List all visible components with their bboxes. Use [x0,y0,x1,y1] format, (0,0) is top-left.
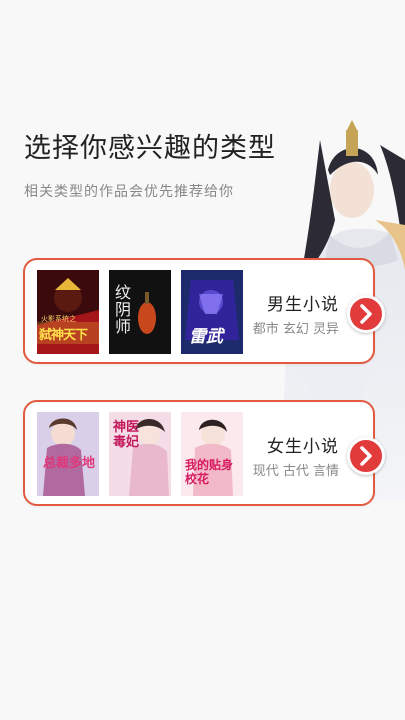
category-card-female[interactable]: 总裁多地 神医毒妃 我的贴身校花 女生小说 现代 古代 言情 [23,400,385,506]
book-cover-title: 弑神天下 [39,328,88,343]
page-subtitle: 相关类型的作品会优先推荐给你 [24,184,234,200]
book-cover: 火影系统之 弑神天下 [37,270,99,354]
book-cover-title: 总裁多地 [43,456,96,471]
book-cover: 神医毒妃 [109,412,171,496]
book-cover-title: 神医毒妃 [113,420,140,450]
book-cover: 总裁多地 [37,412,99,496]
book-cover: 纹阴师 [109,270,171,354]
page-title: 选择你感兴趣的类型 [24,133,276,164]
book-cover: 雷武 [181,270,243,354]
category-arrow-button[interactable] [347,295,385,333]
chevron-right-icon [360,446,372,466]
category-label: 女生小说 [267,437,339,457]
book-cover-title: 雷武 [189,327,223,347]
category-card-male[interactable]: 火影系统之 弑神天下 纹阴师 雷武 男生小说 都市 玄幻 灵异 [23,258,385,364]
book-cover-title: 我的贴身校花 [185,458,234,486]
category-tags: 都市 玄幻 灵异 [252,322,339,337]
category-tags: 现代 古代 言情 [252,464,339,479]
category-arrow-button[interactable] [347,437,385,475]
book-cover: 我的贴身校花 [181,412,243,496]
chevron-right-icon [360,304,372,324]
book-cover-title: 纹阴师 [115,283,132,336]
book-cover-subtitle: 火影系统之 [41,315,76,323]
category-label: 男生小说 [267,295,339,315]
